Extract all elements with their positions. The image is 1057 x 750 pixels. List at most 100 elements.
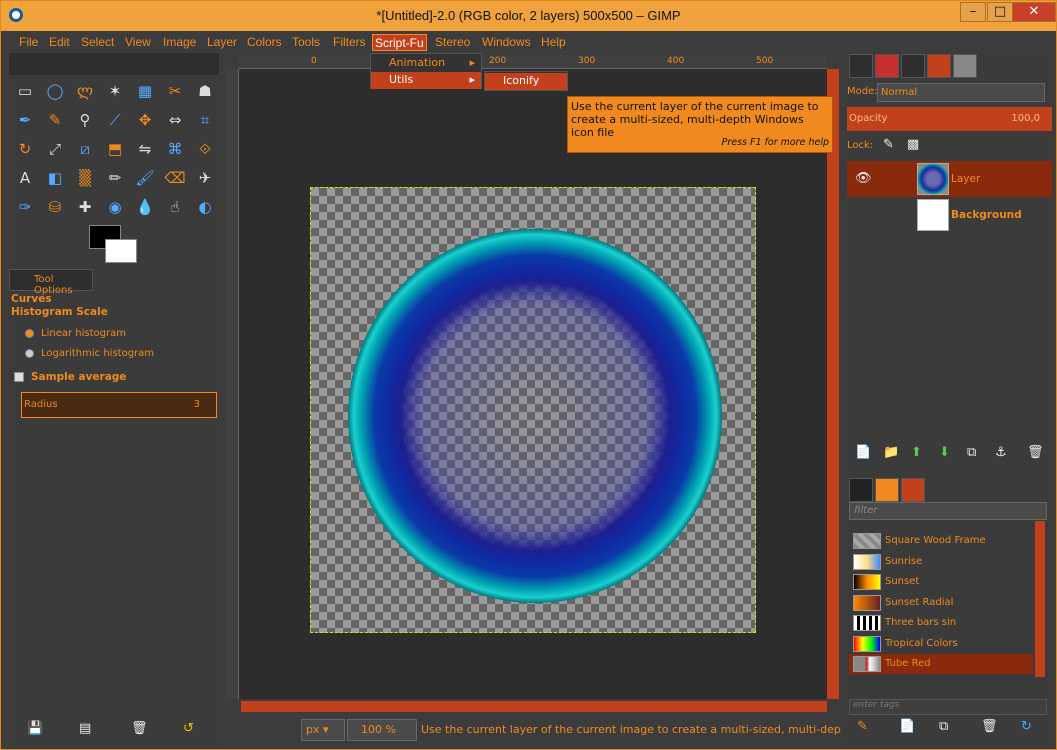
delete-gradient-icon[interactable]: 🗑 [981,719,998,734]
menu-stereo[interactable]: Stereo [433,34,472,51]
bucket-fill-tool-icon[interactable]: ◧ [43,166,67,190]
sample-average-checkbox[interactable] [14,372,24,382]
perspective-clone-tool-icon[interactable]: ◉ [103,195,127,219]
lock-alpha-icon[interactable]: ▩ [907,137,919,152]
raise-layer-icon[interactable]: ⬆ [911,445,922,460]
duplicate-gradient-icon[interactable]: ⧉ [939,719,948,734]
opacity-slider[interactable]: Opacity 100,0 [847,107,1052,131]
zoom-tool-icon[interactable]: ⚲ [73,108,97,132]
align-tool-icon[interactable]: ⇔ [163,108,187,132]
menu-select[interactable]: Select [79,34,116,51]
tab-images[interactable] [953,54,977,78]
color-picker-tool-icon[interactable]: ✎ [43,108,67,132]
gradient-item[interactable]: Tropical Colors [849,634,1033,654]
layer-row-background[interactable]: Background [847,197,1052,233]
flip-tool-icon[interactable]: ⇋ [133,137,157,161]
menu-filters[interactable]: Filters [331,34,368,51]
radius-spinner[interactable]: Radius 3 [21,392,217,418]
menu-tools[interactable]: Tools [290,34,322,51]
lock-pixels-icon[interactable]: ✎ [883,137,894,152]
tab-brushes[interactable] [849,478,873,502]
tab-undo-history[interactable] [927,54,951,78]
gradient-list-scrollbar[interactable] [1035,521,1045,677]
lower-layer-icon[interactable]: ⬇ [939,445,950,460]
foreground-select-tool-icon[interactable]: ☗ [193,79,217,103]
tab-paths[interactable] [901,54,925,78]
gradient-item[interactable]: Three bars sin [849,613,1033,633]
blend-tool-icon[interactable]: ▒ [73,166,97,190]
linear-histogram-radio[interactable] [25,329,34,338]
clone-tool-icon[interactable]: ⛁ [43,195,67,219]
ink-tool-icon[interactable]: ✑ [13,195,37,219]
tab-gradients[interactable] [901,478,925,502]
log-histogram-radio[interactable] [25,349,34,358]
menu-scriptfu[interactable]: Script-Fu [372,34,427,51]
color-select-tool-icon[interactable]: ▦ [133,79,157,103]
paths-tool-icon[interactable]: ✒ [13,108,37,132]
shear-tool-icon[interactable]: ⧄ [73,137,97,161]
ellipse-select-tool-icon[interactable]: ◯ [43,79,67,103]
background-color[interactable] [105,239,137,263]
pencil-tool-icon[interactable]: ✏ [103,166,127,190]
gradient-item[interactable]: Tube Red [849,654,1033,674]
save-options-icon[interactable]: 💾 [27,721,43,736]
move-tool-icon[interactable]: ✥ [133,108,157,132]
menu-windows[interactable]: Windows [480,34,533,51]
dodge-burn-tool-icon[interactable]: ◐ [193,195,217,219]
menu-help[interactable]: Help [539,34,568,51]
tab-patterns[interactable] [875,478,899,502]
airbrush-tool-icon[interactable]: ✈ [193,166,217,190]
duplicate-layer-icon[interactable]: ⧉ [967,445,976,460]
maximize-button[interactable]: □ [987,2,1013,22]
menu-layer[interactable]: Layer [205,34,239,51]
tab-layers[interactable] [849,54,873,78]
rotate-tool-icon[interactable]: ↻ [13,137,37,161]
visibility-eye-icon[interactable]: 👁 [855,171,872,186]
menu-item-utils[interactable]: Utils ▸ [371,72,481,89]
scale-tool-icon[interactable]: ⤢ [43,137,67,161]
gradient-item[interactable]: Sunset [849,572,1033,592]
refresh-gradients-icon[interactable]: ↻ [1021,719,1032,734]
canvas-horizontal-scrollbar[interactable] [241,701,827,712]
delete-layer-icon[interactable]: 🗑 [1027,445,1044,460]
tab-channels[interactable] [875,54,899,78]
menu-image[interactable]: Image [161,34,198,51]
gradient-filter-input[interactable]: filter [849,502,1047,520]
new-layer-group-icon[interactable]: 📁 [883,445,899,460]
eraser-tool-icon[interactable]: ⌫ [163,166,187,190]
blur-tool-icon[interactable]: 💧 [133,195,157,219]
rect-select-tool-icon[interactable]: ▭ [13,79,37,103]
gradient-item[interactable]: Sunrise [849,552,1033,572]
anchor-layer-icon[interactable]: ⚓ [995,445,1007,460]
layer-row-layer[interactable]: 👁 Layer [847,161,1052,197]
cage-tool-icon[interactable]: ⌘ [163,137,187,161]
mode-select[interactable]: Normal [877,83,1045,102]
menu-colors[interactable]: Colors [245,34,284,51]
measure-tool-icon[interactable]: ⟋ [103,108,127,132]
menu-edit[interactable]: Edit [47,34,72,51]
unit-select[interactable]: px ▾ [301,719,345,741]
smudge-tool-icon[interactable]: ☝ [163,195,187,219]
gradient-tags-input[interactable]: enter tags [849,699,1047,715]
minimize-button[interactable]: – [960,2,986,22]
delete-options-icon[interactable]: 🗑 [131,721,148,736]
gradient-item[interactable]: Square Wood Frame [849,531,1033,551]
scissors-tool-icon[interactable]: ✂ [163,79,187,103]
menu-view[interactable]: View [123,34,153,51]
restore-options-icon[interactable]: ▤ [79,721,91,736]
new-gradient-icon[interactable]: 📄 [899,719,915,734]
new-layer-icon[interactable]: 📄 [855,445,871,460]
perspective-tool-icon[interactable]: ⬒ [103,137,127,161]
free-select-tool-icon[interactable]: ლ [73,79,97,103]
tab-tool-options[interactable]: Tool Options [9,269,93,296]
paintbrush-tool-icon[interactable]: 🖌 [133,166,157,190]
crop-tool-icon[interactable]: ⌗ [193,108,217,132]
reset-options-icon[interactable]: ↺ [183,721,194,736]
fuzzy-select-tool-icon[interactable]: ✶ [103,79,127,103]
close-button[interactable]: ✕ [1012,2,1056,22]
menu-item-iconify[interactable]: Iconify [485,73,567,90]
text-tool-icon[interactable]: A [13,166,37,190]
gradient-item[interactable]: Sunset Radial [849,593,1033,613]
menu-item-animation[interactable]: Animation ▸ [371,55,481,72]
edit-gradient-icon[interactable]: ✎ [857,719,868,734]
